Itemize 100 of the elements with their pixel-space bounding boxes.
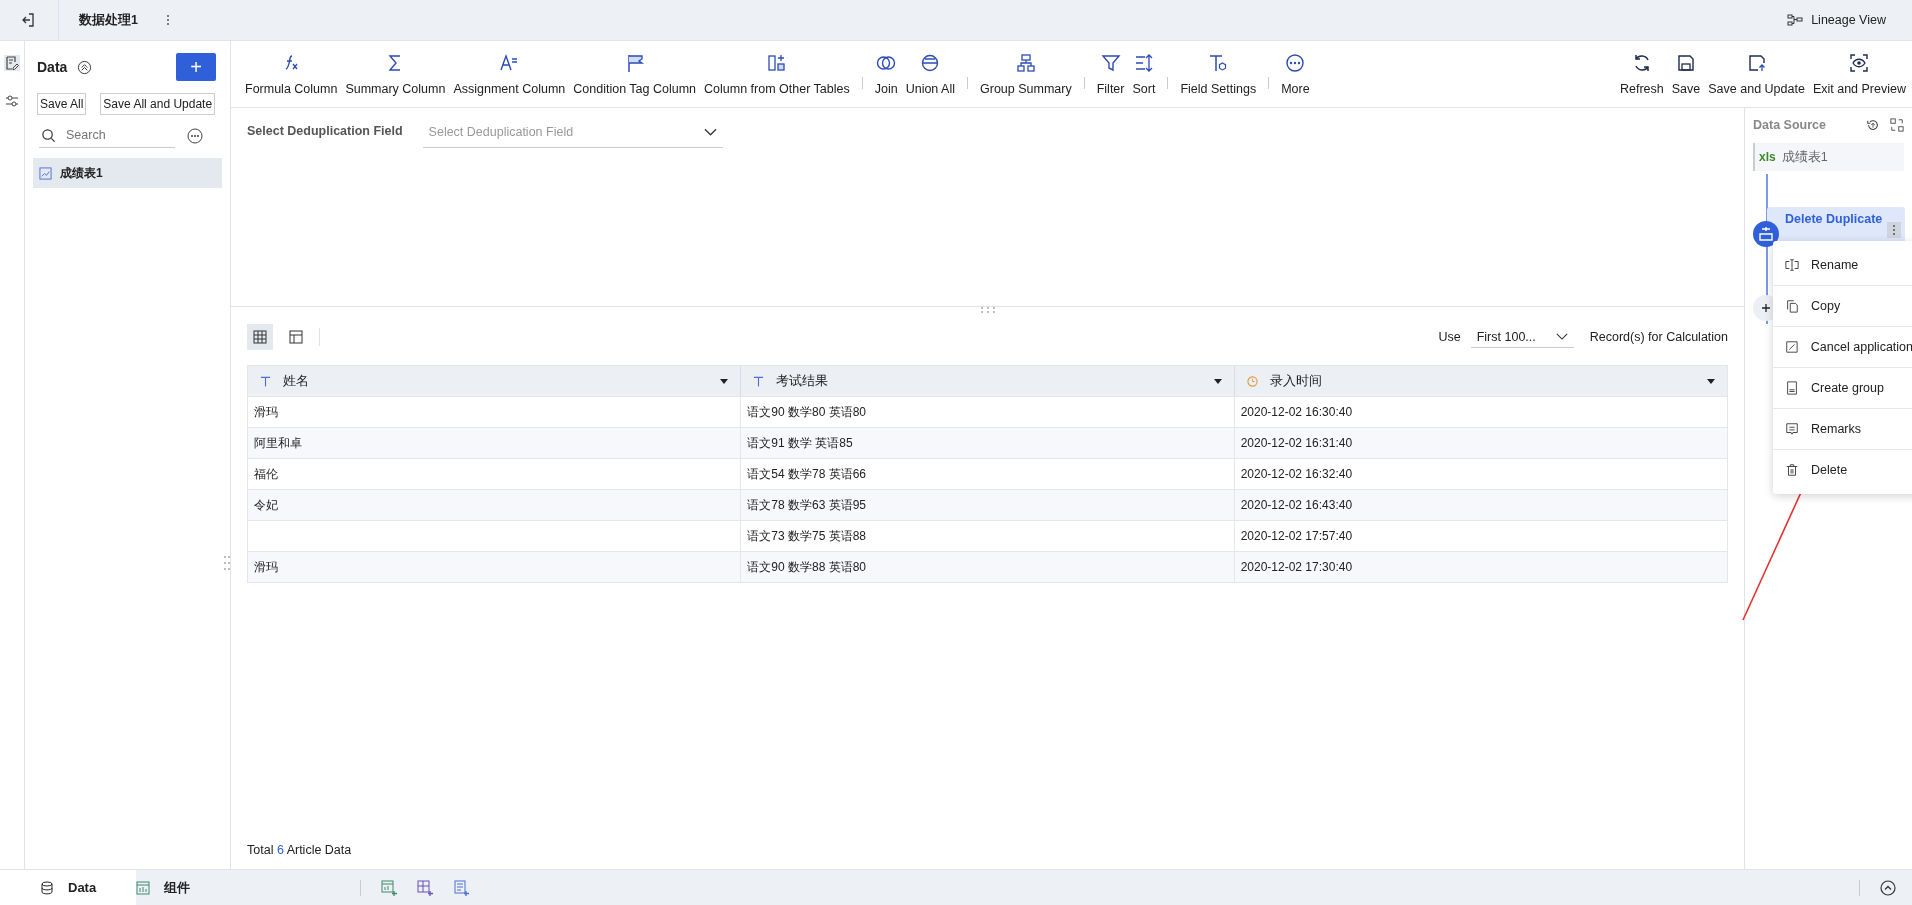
- toolbar-button[interactable]: Condition Tag Column: [569, 52, 701, 96]
- toolbar-button[interactable]: Refresh: [1616, 52, 1668, 96]
- table-cell: 语文91 数学 英语85: [747, 434, 853, 452]
- table-cell: 语文73 数学75 英语88: [747, 527, 867, 545]
- drag-handle-icon[interactable]: [980, 307, 995, 313]
- text-type-icon: [753, 375, 765, 387]
- search-field[interactable]: Search: [64, 127, 168, 143]
- chevron-icon: [1555, 333, 1568, 340]
- toolbar-button[interactable]: Save and Update: [1704, 52, 1809, 96]
- text-type-icon: [260, 375, 271, 387]
- caret-icon: [720, 378, 729, 384]
- add-chart-icon[interactable]: [381, 879, 398, 896]
- table-cell: 语文54 数学78 英语66: [747, 465, 867, 483]
- database-icon: [40, 880, 54, 895]
- table-cell: 滑玛: [254, 403, 278, 421]
- table-cell: 阿里和卓: [254, 434, 302, 452]
- trash-icon: [1785, 463, 1799, 477]
- menu-item[interactable]: Delete: [1773, 450, 1912, 490]
- add-column-icon: [766, 52, 787, 73]
- add-button[interactable]: +: [176, 53, 216, 81]
- comment-icon: [1785, 422, 1799, 436]
- calculation-label: Record(s) for Calculation: [1589, 330, 1728, 344]
- document-title: 数据处理1: [79, 11, 138, 29]
- toolbar-button[interactable]: Save: [1667, 52, 1705, 96]
- toolbar-button[interactable]: Assignment Column: [449, 52, 570, 96]
- lineage-view-button[interactable]: Lineage View: [1781, 12, 1892, 28]
- table-cell: 语文90 数学88 英语80: [747, 558, 867, 576]
- rename-icon: [1785, 258, 1799, 272]
- chart-icon: [136, 880, 151, 895]
- column-header[interactable]: 考试结果: [741, 366, 1235, 396]
- save-button[interactable]: Save All: [37, 93, 87, 115]
- menu-item[interactable]: Copy: [1773, 286, 1912, 327]
- save-upload-icon: [1746, 52, 1767, 73]
- more-icon[interactable]: [187, 127, 203, 144]
- filter-icon: [1100, 52, 1121, 73]
- total-count: Total 6 Article Data: [247, 843, 353, 857]
- record-limit-select[interactable]: First 100...: [1470, 326, 1574, 348]
- drag-handle-icon[interactable]: [224, 556, 230, 570]
- exit-icon[interactable]: [20, 12, 36, 28]
- table-cell: 2020-12-02 16:31:40: [1240, 436, 1353, 450]
- text-gear-icon: [1208, 52, 1229, 73]
- more-icon: [1285, 52, 1306, 73]
- menu-item[interactable]: Cancel application: [1773, 327, 1912, 368]
- table-cell: 滑玛: [254, 558, 278, 576]
- column-header[interactable]: 姓名: [248, 366, 742, 396]
- toolbar-button[interactable]: Field Settings: [1176, 52, 1261, 96]
- grid-icon: [253, 330, 267, 344]
- panel-title: Data Source: [1753, 118, 1826, 132]
- bottom-tab[interactable]: 组件: [136, 870, 231, 905]
- toolbar-button[interactable]: Exit and Preview: [1808, 52, 1910, 96]
- menu-item[interactable]: Create group: [1773, 368, 1912, 409]
- save-button[interactable]: Save All and Update: [100, 93, 216, 115]
- table-cell: 令妃: [254, 496, 278, 514]
- layout-switch-icon[interactable]: [1890, 118, 1904, 132]
- more-icon[interactable]: [1887, 222, 1901, 238]
- menu-item[interactable]: Rename: [1773, 245, 1912, 286]
- table-cell: 2020-12-02 16:43:40: [1240, 498, 1353, 512]
- search-icon: [41, 127, 56, 143]
- collapse-icon[interactable]: [1880, 879, 1896, 896]
- preview-icon: [1849, 52, 1870, 73]
- toolbar-button[interactable]: Group Summary: [976, 52, 1076, 96]
- chart-icon: [39, 166, 52, 180]
- history-icon[interactable]: [1866, 118, 1880, 132]
- toolbar-button[interactable]: Union All: [901, 52, 959, 96]
- table-cell: 2020-12-02 17:57:40: [1240, 529, 1353, 543]
- document-icon: [1785, 381, 1799, 395]
- toolbar-button[interactable]: Formula Column: [241, 52, 342, 96]
- save-icon: [1676, 52, 1697, 73]
- sidebar-title: Data: [37, 59, 68, 75]
- toolbar-button[interactable]: Sort: [1128, 52, 1160, 96]
- slash-box-icon: [1785, 340, 1799, 354]
- collapse-icon[interactable]: [77, 59, 93, 75]
- copy-icon: [1785, 299, 1799, 313]
- table-cell: 语文78 数学63 英语95: [747, 496, 867, 514]
- menu-item[interactable]: Remarks: [1773, 409, 1912, 450]
- data-edit-icon[interactable]: [4, 55, 20, 71]
- sort-icon: [1133, 52, 1154, 73]
- toolbar-button[interactable]: Filter: [1092, 52, 1129, 96]
- hierarchy-icon: [1015, 52, 1036, 73]
- layout-icon: [289, 330, 303, 344]
- text-format-icon: [499, 52, 520, 73]
- column-header[interactable]: 录入时间: [1234, 366, 1727, 396]
- grid-view-button[interactable]: [247, 324, 273, 350]
- use-label: Use: [1438, 330, 1461, 344]
- source-node[interactable]: xls 成绩表1: [1753, 143, 1904, 171]
- table-cell: 2020-12-02 16:30:40: [1240, 405, 1353, 419]
- add-report-icon[interactable]: [453, 879, 470, 896]
- lineage-icon: [1787, 14, 1804, 26]
- table-item[interactable]: 成绩表1: [33, 158, 222, 188]
- toolbar-button[interactable]: Summary Column: [341, 52, 450, 96]
- toolbar-button[interactable]: Join: [870, 52, 902, 96]
- toolbar-button[interactable]: Column from Other Tables: [700, 52, 854, 96]
- more-icon[interactable]: [165, 14, 170, 26]
- filter-settings-icon[interactable]: [4, 93, 20, 109]
- bottom-tab[interactable]: Data: [0, 870, 137, 905]
- add-table-icon[interactable]: [417, 879, 434, 896]
- chevron-icon: [703, 128, 717, 136]
- toolbar-button[interactable]: More: [1277, 52, 1314, 96]
- table-cell: 语文90 数学80 英语80: [747, 403, 867, 421]
- union-icon: [920, 52, 941, 73]
